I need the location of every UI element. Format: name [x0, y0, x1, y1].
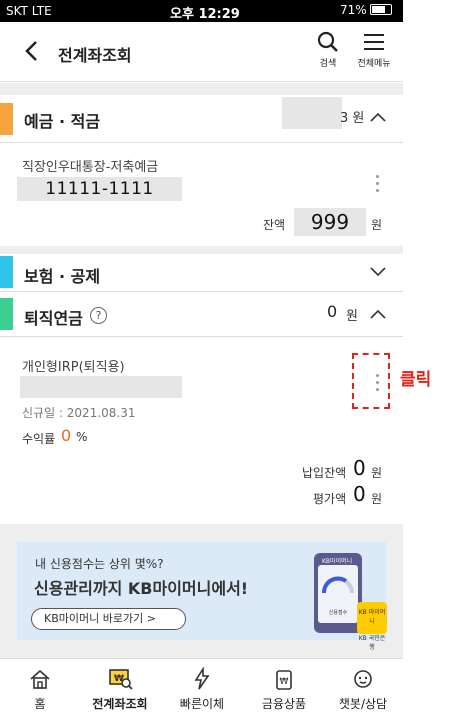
masked-account-number — [20, 376, 182, 398]
tab-chatbot[interactable]: 챗봇/상담 — [323, 667, 403, 712]
yield-label: 수익률 — [22, 432, 56, 446]
pension-amount: 0 — [327, 302, 338, 321]
status-bar: SKT LTE 오후 12:29 71% — [0, 0, 403, 22]
masked-amount — [282, 97, 342, 129]
eval-value: 0 — [353, 482, 366, 506]
battery-percent: 71% — [340, 3, 367, 17]
account-name: 직장인우대통장-저축예금 — [22, 160, 159, 175]
yield-unit: % — [76, 430, 88, 444]
page-title: 전계좌조회 — [58, 46, 132, 65]
signal-text: SKT LTE — [6, 4, 52, 18]
yield-value: 0 — [61, 426, 72, 445]
search-label: 검색 — [319, 59, 337, 69]
paid-balance-value: 0 — [353, 456, 366, 480]
insurance-section-title: 보험 · 공제 — [24, 267, 101, 286]
balance-value: 999 — [294, 208, 366, 236]
account-name: 개인형IRP(퇴직용) — [22, 360, 125, 375]
pension-section-header[interactable]: 퇴직연금 ? 0 원 — [0, 293, 403, 337]
chatbot-icon — [354, 670, 372, 688]
kb-card-illustration: KB 마이머니 KB 국민은행 — [357, 602, 387, 651]
back-button[interactable] — [22, 38, 44, 64]
opening-date: 신규일 : 2021.08.31 — [22, 406, 136, 420]
tab-home[interactable]: 홈 — [0, 667, 80, 712]
search-button[interactable]: 검색 — [304, 30, 352, 69]
insurance-color-bar — [0, 256, 13, 288]
tab-quick-transfer[interactable]: 빠른이체 — [162, 667, 242, 712]
banner-link-button[interactable]: KB마이머니 바로가기 > — [31, 608, 186, 630]
kb-mymoney-banner[interactable]: 내 신용점수는 상위 몇%? 신용관리까지 KB마이머니에서! KB마이머니 바… — [17, 542, 387, 651]
eval-label: 평가액 — [313, 492, 347, 506]
insurance-section-header[interactable]: 보험 · 공제 — [0, 254, 403, 292]
banner-line2: 신용관리까지 KB마이머니에서! — [34, 579, 249, 598]
lightning-icon — [194, 667, 210, 690]
chevron-up-icon[interactable] — [370, 309, 386, 319]
deposit-amount: 3 원 — [340, 111, 365, 126]
help-icon[interactable]: ? — [90, 307, 107, 324]
separator — [0, 246, 403, 254]
chevron-left-icon — [25, 41, 37, 61]
search-icon — [317, 31, 338, 52]
account-search-icon: ₩ — [109, 669, 133, 690]
deposit-section-title: 예금 · 적금 — [24, 112, 101, 131]
click-annotation: 클릭 — [400, 370, 432, 390]
bottom-tab-bar: 홈 ₩ 전계좌조회 빠른이체 ₩ 금융상품 챗봇/상담 — [0, 658, 403, 720]
eval-unit: 원 — [371, 492, 383, 506]
tab-financial-products[interactable]: ₩ 금융상품 — [244, 667, 324, 712]
gauge-icon — [322, 576, 354, 594]
click-highlight-box — [352, 353, 390, 409]
svg-text:₩: ₩ — [280, 677, 289, 687]
battery-icon — [369, 4, 392, 15]
menu-button[interactable]: 전체메뉴 — [350, 30, 398, 69]
pension-account-card[interactable]: 개인형IRP(퇴직용) 신규일 : 2021.08.31 수익률 0 % 납입잔… — [0, 338, 403, 523]
account-number: 11111-1111 — [17, 177, 182, 201]
status-time: 오후 12:29 — [170, 7, 240, 22]
phone-illustration: KB마이머니 신용점수 — [314, 553, 362, 633]
balance-unit: 원 — [371, 218, 383, 232]
chevron-down-icon[interactable] — [370, 267, 386, 277]
banner-line1: 내 신용점수는 상위 몇%? — [35, 557, 164, 571]
product-icon: ₩ — [276, 670, 292, 690]
deposit-account-card[interactable]: 직장인우대통장-저축예금 11111-1111 잔액 999 원 — [0, 144, 403, 246]
tab-account-inquiry[interactable]: ₩ 전계좌조회 — [80, 667, 160, 712]
separator — [0, 83, 403, 95]
chevron-up-icon[interactable] — [370, 112, 386, 122]
battery-indicator: 71% — [340, 3, 392, 17]
balance-label: 잔액 — [263, 218, 286, 232]
home-icon — [30, 669, 50, 689]
more-options-icon[interactable] — [376, 175, 382, 196]
app-header: 전계좌조회 검색 전체메뉴 — [0, 22, 403, 82]
hamburger-menu-icon — [364, 34, 384, 50]
menu-label: 전체메뉴 — [357, 59, 391, 69]
paid-balance-label: 납입잔액 — [302, 466, 347, 480]
pension-section-title: 퇴직연금 — [24, 309, 83, 328]
deposit-section-header[interactable]: 예금 · 적금 3 원 — [0, 95, 403, 143]
pension-color-bar — [0, 298, 13, 330]
pension-unit: 원 — [346, 309, 358, 324]
deposit-color-bar — [0, 103, 13, 135]
paid-balance-unit: 원 — [371, 466, 383, 480]
